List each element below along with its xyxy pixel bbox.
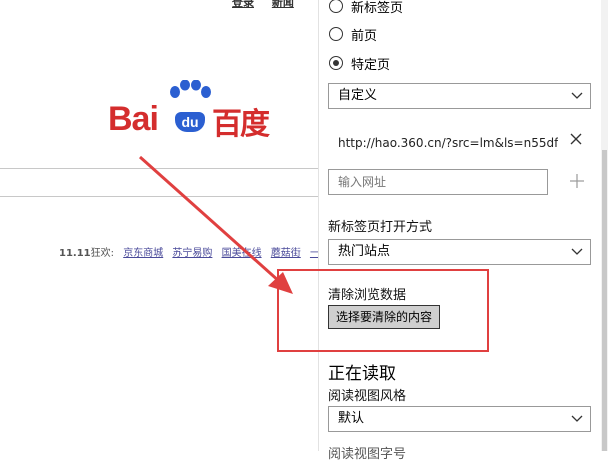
choose-what-to-clear-button[interactable]: 选择要清除的内容 [328,305,441,329]
clear-data-label: 清除浏览数据 [328,288,407,303]
hot-links-date: 11.11 [59,248,91,259]
logo-text-du: du [175,112,205,132]
logo-text-chinese: 百度 [212,107,270,142]
radio-specific-page[interactable]: 特定页 [329,53,390,73]
hot-links-prefix: 11.11狂欢: [59,248,114,259]
search-box-border[interactable] [0,168,318,169]
newtab-select[interactable]: 热门站点 [328,239,591,265]
plus-icon[interactable] [569,170,585,194]
newtab-open-label: 新标签页打开方式 [328,220,433,235]
radio-label: 前页 [351,28,378,44]
reading-style-select[interactable]: 默认 [328,406,591,432]
chevron-down-icon [571,240,583,272]
radio-button[interactable] [329,27,343,41]
nav-link-news[interactable]: 新闻 [272,0,294,9]
radio-previous-pages[interactable]: 前页 [329,24,377,44]
baidu-homepage: 登录 新闻 Bai du 百度 11.11狂欢: 京东商城 苏宁易购 国美在线 … [0,0,318,451]
close-icon[interactable] [569,131,583,150]
radio-label: 新标签页 [351,0,404,16]
radio-button[interactable] [329,0,343,13]
reading-section-title: 正在读取 [328,364,396,384]
newtab-select-value: 热门站点 [338,244,391,259]
reading-font-size-label: 阅读视图字号 [328,447,407,462]
hot-links-bar: 11.11狂欢: 京东商城 苏宁易购 国美在线 蘑菇街 一号 [59,244,318,259]
nav-link-login[interactable]: 登录 [232,0,254,9]
paw-icon [170,80,211,98]
chevron-down-icon [571,84,583,116]
scrollbar-thumb[interactable] [602,150,607,451]
hot-links-label: 狂欢: [90,248,115,259]
chevron-down-icon [571,407,583,439]
hot-link-jd[interactable]: 京东商城 [123,248,163,259]
page-select-value: 自定义 [338,88,378,103]
radio-label: 特定页 [351,57,391,73]
reading-style-value: 默认 [338,411,365,426]
hot-link-mogujie[interactable]: 蘑菇街 [271,248,301,259]
baidu-logo[interactable]: Bai du 百度 [108,80,283,142]
logo-text-bai: Bai [108,100,159,138]
hot-link-yihao[interactable]: 一号 [310,248,318,259]
radio-newtab-option[interactable]: 新标签页 [329,0,403,16]
top-nav: 登录 新闻 [232,0,308,10]
radio-button-checked[interactable] [329,56,343,70]
custom-page-url: http://hao.360.cn/?src=lm&ls=n55dfe5b [338,136,558,150]
search-box-border-bottom [0,196,318,197]
reading-style-label: 阅读视图风格 [328,389,407,404]
settings-panel: 新标签页 前页 特定页 自定义 http://hao.360.cn/?src=l… [318,0,608,462]
panel-scrollbar[interactable] [601,0,608,451]
page-select[interactable]: 自定义 [328,83,591,109]
hot-link-gome[interactable]: 国美在线 [222,248,262,259]
hot-link-suning[interactable]: 苏宁易购 [172,248,212,259]
url-input[interactable]: 输入网址 [328,169,548,195]
